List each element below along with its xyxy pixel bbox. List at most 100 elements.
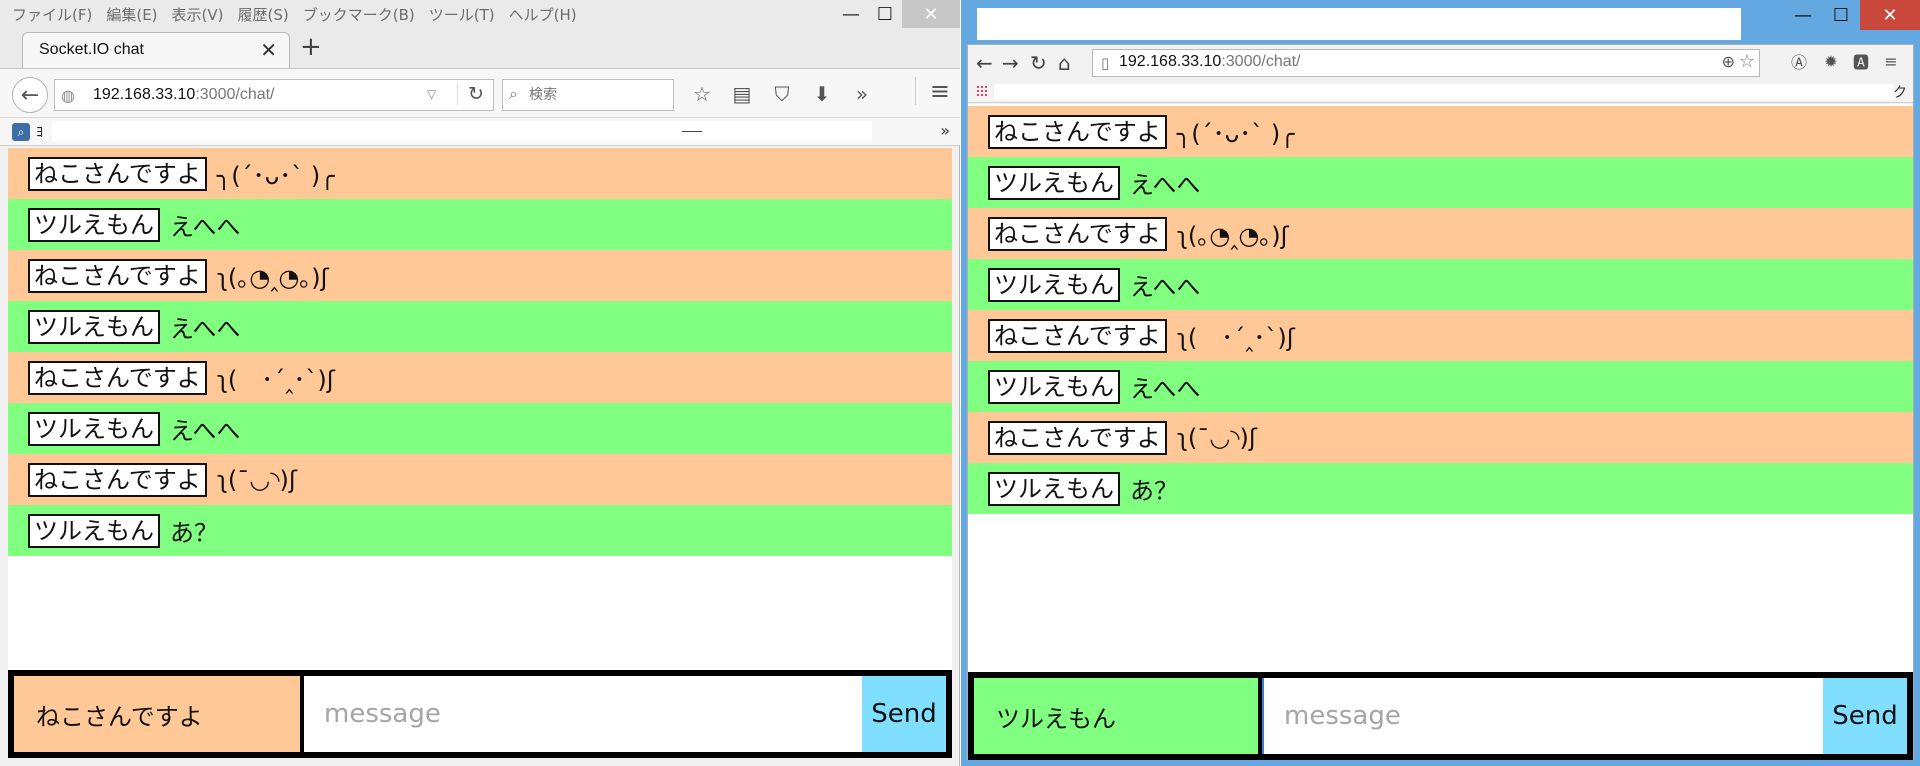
current-user-name: ねこさんですよ — [14, 676, 300, 752]
url-text: 192.168.33.10:3000/chat/ — [1119, 53, 1301, 71]
bookmarks-bar: ⌕ ﾖ » — [0, 118, 960, 146]
message-text: ʅ(¯◡◝)ʃ — [216, 465, 297, 494]
new-tab-icon[interactable]: + — [300, 32, 322, 62]
zoom-icon[interactable]: ⊕ — [1722, 52, 1735, 71]
maximize-icon[interactable]: ☐ — [868, 0, 902, 28]
url-host: 192.168.33.10 — [93, 86, 196, 103]
toolbar-icons: ☆ ▤ ⛉ ⬇ » — [682, 79, 882, 109]
message-text: ╮(´･ᴗ･` )╭ — [216, 162, 335, 190]
message-nick: ツルえもん — [988, 165, 1120, 200]
menu-bookmarks[interactable]: ブックマーク(B) — [303, 4, 415, 25]
back-icon[interactable]: ← — [976, 51, 993, 75]
window-controls: — ☐ ✕ — [1784, 0, 1920, 30]
reading-list-icon[interactable]: ▤ — [722, 79, 762, 109]
title-bar: — ☐ ✕ — [961, 0, 1920, 44]
message-item: ツルえもん えへへ — [968, 157, 1913, 208]
overflow-icon[interactable]: » — [842, 79, 882, 109]
message-item: ツルえもん えへへ — [8, 301, 952, 352]
message-text: えへへ — [1130, 375, 1201, 403]
menu-view[interactable]: 表示(V) — [172, 4, 224, 25]
message-item: ねこさんですよ ʅ(¯◡◝)ʃ — [8, 454, 952, 505]
reload-icon[interactable]: ↻ — [457, 83, 484, 105]
message-input[interactable] — [1262, 678, 1823, 754]
message-text: ʅ(¯◡◝)ʃ — [1176, 423, 1257, 452]
address-bar[interactable]: ▯ 192.168.33.10:3000/chat/ ⊕ ☆ — [1092, 49, 1760, 77]
message-nick: ねこさんですよ — [28, 258, 207, 293]
page-content: ねこさんですよ ╮(´･ᴗ･` )╭ ツルえもん えへへ ねこさんですよ ʅ(｡◔‸◔… — [8, 148, 952, 758]
minimize-icon[interactable]: — — [834, 0, 868, 28]
message-text: ʅ(｡◔‸◔｡)ʃ — [1176, 222, 1289, 250]
bookmark-star-icon[interactable]: ☆ — [682, 79, 722, 109]
message-text: えへへ — [1130, 273, 1201, 301]
a-extension-icon[interactable]: 🅰 — [1850, 49, 1872, 73]
menu-items: ファイル(F) 編集(E) 表示(V) 履歴(S) ブックマーク(B) ツール(… — [12, 4, 577, 25]
search-box[interactable]: ⌕ — [502, 79, 674, 111]
close-tab-icon[interactable]: ✕ — [260, 38, 277, 62]
message-nick: ツルえもん — [28, 411, 160, 446]
menu-bar: ファイル(F) 編集(E) 表示(V) 履歴(S) ブックマーク(B) ツール(… — [0, 0, 960, 28]
message-form: ツルえもん Send — [968, 672, 1913, 760]
bookmarks-overflow-icon[interactable]: » — [940, 121, 950, 140]
message-text: あ？ — [170, 519, 218, 547]
home-icon[interactable]: ⌂ — [1058, 51, 1071, 75]
firefox-window: ファイル(F) 編集(E) 表示(V) 履歴(S) ブックマーク(B) ツール(… — [0, 0, 960, 766]
url-path: :3000/chat/ — [1221, 53, 1301, 70]
bookmark-star-icon[interactable]: ☆ — [1739, 51, 1755, 72]
url-text: 192.168.33.10:3000/chat/ — [93, 86, 275, 104]
hamburger-menu-icon[interactable]: ≡ — [914, 77, 950, 105]
menu-help[interactable]: ヘルプ(H) — [509, 4, 577, 25]
tab-bar: Socket.IO chat ✕ + — [0, 28, 960, 68]
downloads-icon[interactable]: ⬇ — [802, 79, 842, 109]
message-nick: ツルえもん — [988, 471, 1120, 506]
url-path: :3000/chat/ — [195, 86, 275, 103]
current-user-name: ツルえもん — [974, 678, 1258, 754]
message-nick: ねこさんですよ — [28, 360, 207, 395]
history-dropdown-icon[interactable]: ▽ — [427, 87, 436, 101]
send-button[interactable]: Send — [1823, 678, 1907, 754]
minimize-icon[interactable]: — — [1784, 0, 1822, 30]
message-item: ねこさんですよ ʅ( ･´‸･`)ʃ — [968, 310, 1913, 361]
close-window-icon[interactable]: ✕ — [1860, 0, 1920, 30]
navigation-bar: ← → ↻ ⌂ ▯ 192.168.33.10:3000/chat/ ⊕ ☆ Ⓐ… — [968, 45, 1913, 81]
bookmark-item[interactable]: ﾖ — [36, 122, 43, 142]
bookmark-item[interactable]: ク — [1893, 82, 1907, 102]
reload-icon[interactable]: ↻ — [1030, 51, 1047, 75]
message-text: えへへ — [170, 315, 241, 343]
angular-extension-icon[interactable]: Ⓐ — [1788, 49, 1810, 73]
page-icon: ▯ — [1101, 54, 1110, 72]
menu-history[interactable]: 履歴(S) — [238, 4, 289, 25]
message-item: ねこさんですよ ʅ(¯◡◝)ʃ — [968, 412, 1913, 463]
forward-icon[interactable]: → — [1002, 51, 1019, 75]
send-button[interactable]: Send — [862, 676, 946, 752]
search-icon: ⌕ — [509, 84, 518, 103]
message-item: ねこさんですよ ╮(´･ᴗ･` )╭ — [8, 148, 952, 199]
message-nick: ねこさんですよ — [988, 420, 1167, 455]
maximize-icon[interactable]: ☐ — [1822, 0, 1860, 30]
message-item: ねこさんですよ ʅ( ･´‸･`)ʃ — [8, 352, 952, 403]
close-window-icon[interactable]: ✕ — [902, 0, 960, 28]
message-item: ツルえもん えへへ — [8, 199, 952, 250]
address-bar[interactable]: ◍ 192.168.33.10:3000/chat/ ▽ ↻ — [54, 79, 494, 111]
message-list: ねこさんですよ ╮(´･ᴗ･` )╭ ツルえもん えへへ ねこさんですよ ʅ(｡◔‸◔… — [968, 106, 1913, 514]
bug-extension-icon[interactable]: ✹ — [1820, 49, 1842, 73]
search-bookmark-icon[interactable]: ⌕ — [12, 123, 30, 141]
apps-icon[interactable] — [976, 85, 988, 97]
menu-tools[interactable]: ツール(T) — [429, 4, 495, 25]
message-text: えへへ — [170, 213, 241, 241]
pocket-icon[interactable]: ⛉ — [762, 79, 802, 109]
message-text: えへへ — [170, 417, 241, 445]
tab-socketio-chat[interactable]: Socket.IO chat ✕ — [22, 32, 290, 68]
message-nick: ツルえもん — [28, 207, 160, 242]
message-item: ねこさんですよ ╮(´･ᴗ･` )╭ — [968, 106, 1913, 157]
menu-file[interactable]: ファイル(F) — [12, 4, 92, 25]
back-icon[interactable]: ← — [12, 77, 48, 113]
message-nick: ツルえもん — [28, 513, 160, 548]
message-nick: ツルえもん — [988, 267, 1120, 302]
message-nick: ねこさんですよ — [28, 462, 207, 497]
menu-edit[interactable]: 編集(E) — [106, 4, 157, 25]
message-text: ʅ(｡◔‸◔｡)ʃ — [216, 264, 329, 292]
search-input[interactable] — [529, 84, 669, 106]
bookmarks-bar: ク — [968, 81, 1913, 103]
hamburger-menu-icon[interactable]: ≡ — [1880, 49, 1902, 73]
message-input[interactable] — [304, 676, 864, 752]
